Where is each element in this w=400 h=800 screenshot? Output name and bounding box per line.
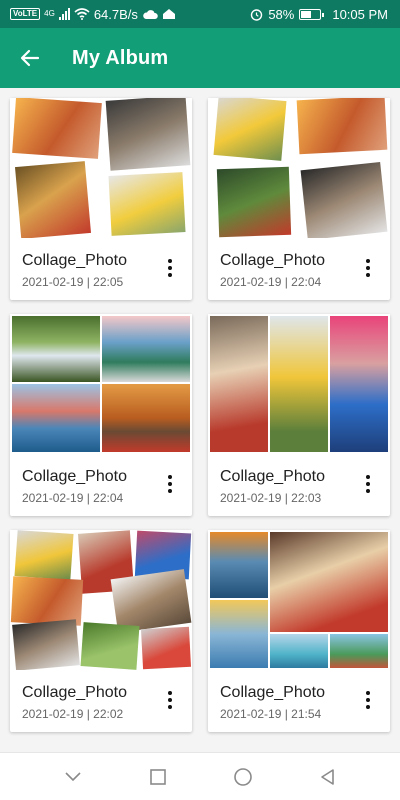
cloud-icon	[143, 9, 158, 19]
signal-icon	[58, 8, 70, 20]
more-options-button[interactable]	[356, 686, 380, 714]
hide-nav-button[interactable]	[53, 757, 93, 797]
album-grid[interactable]: Collage_Photo 2021-02-19 | 22:05 Collage…	[0, 88, 400, 752]
photo-bluetop	[330, 316, 388, 452]
back-nav-button[interactable]	[308, 757, 348, 797]
alarm-icon	[251, 8, 263, 21]
circle-home-icon	[233, 767, 252, 786]
photo-sunset-sea	[210, 600, 268, 668]
more-options-button[interactable]	[158, 254, 182, 282]
photo-portrait	[12, 619, 80, 670]
album-card[interactable]: Collage_Photo 2021-02-19 | 22:04	[10, 314, 192, 516]
wifi-icon	[74, 8, 90, 20]
arrow-left-icon	[20, 49, 40, 67]
back-button[interactable]	[0, 28, 60, 88]
album-name: Collage_Photo	[220, 684, 325, 701]
more-options-button[interactable]	[356, 470, 380, 498]
page-title: My Album	[72, 46, 169, 69]
recents-button[interactable]	[138, 757, 178, 797]
album-thumbnail[interactable]	[208, 530, 390, 670]
album-card[interactable]: Collage_Photo 2021-02-19 | 21:54	[208, 530, 390, 732]
album-date: 2021-02-19 | 22:04	[220, 275, 322, 289]
photo-yellowtop	[14, 530, 74, 580]
battery-icon	[299, 8, 325, 20]
album-name: Collage_Photo	[220, 468, 325, 485]
square-recents-icon	[149, 768, 166, 785]
triangle-back-icon	[320, 768, 334, 785]
photo-couple	[12, 98, 102, 159]
album-thumbnail[interactable]	[10, 98, 192, 238]
album-date: 2021-02-19 | 22:02	[22, 707, 124, 721]
photo-redshirt	[216, 166, 292, 238]
photo-portrait	[105, 98, 191, 171]
status-bar: VoLTE 4G 64.7B/s 58% 10:05 PM	[0, 0, 400, 28]
volte-badge: VoLTE	[10, 8, 41, 20]
album-card[interactable]: Collage_Photo 2021-02-19 | 22:04	[208, 98, 390, 300]
album-date: 2021-02-19 | 21:54	[220, 707, 322, 721]
album-name: Collage_Photo	[22, 468, 127, 485]
album-card[interactable]: Collage_Photo 2021-02-19 | 22:02	[10, 530, 192, 732]
photo-garden	[80, 622, 140, 670]
clock: 10:05 PM	[332, 6, 388, 22]
system-nav-bar	[0, 752, 400, 800]
album-card[interactable]: Collage_Photo 2021-02-19 | 22:03	[208, 314, 390, 516]
app-bar: My Album	[0, 28, 400, 88]
album-card[interactable]: Collage_Photo 2021-02-19 | 22:05	[10, 98, 192, 300]
photo-steps	[110, 569, 192, 633]
album-name: Collage_Photo	[22, 252, 127, 269]
photo-coast	[270, 634, 328, 668]
album-thumbnail[interactable]	[208, 98, 390, 238]
album-thumbnail[interactable]	[10, 314, 192, 454]
photo-lake	[210, 532, 268, 598]
photo-street	[140, 626, 192, 670]
photo-blonde	[270, 532, 388, 632]
album-date: 2021-02-19 | 22:04	[22, 491, 124, 505]
photo-house	[330, 634, 388, 668]
more-options-button[interactable]	[158, 470, 182, 498]
more-options-button[interactable]	[158, 686, 182, 714]
photo-couple	[10, 576, 84, 626]
network-type: 4G	[44, 9, 55, 18]
chevron-down-icon	[64, 771, 81, 781]
photo-yellowtop	[270, 316, 328, 452]
album-date: 2021-02-19 | 22:05	[22, 275, 124, 289]
photo-waterfall	[12, 316, 100, 382]
photo-yellowtop	[108, 172, 186, 236]
home-button[interactable]	[223, 757, 263, 797]
photo-houses	[102, 316, 190, 382]
album-name: Collage_Photo	[22, 684, 127, 701]
more-options-button[interactable]	[356, 254, 380, 282]
photo-redshirt	[14, 161, 92, 238]
photo-hillside	[102, 384, 190, 452]
photo-yellowtop	[213, 98, 287, 161]
album-date: 2021-02-19 | 22:03	[220, 491, 322, 505]
network-speed: 64.7B/s	[93, 6, 138, 22]
photo-mountain	[12, 384, 100, 452]
album-thumbnail[interactable]	[10, 530, 192, 670]
photo-blonde	[210, 316, 268, 452]
notification-icon	[162, 9, 175, 19]
photo-couple	[296, 98, 388, 155]
photo-portrait	[300, 162, 388, 238]
album-name: Collage_Photo	[220, 252, 325, 269]
battery-percent: 58%	[268, 6, 295, 22]
album-thumbnail[interactable]	[208, 314, 390, 454]
